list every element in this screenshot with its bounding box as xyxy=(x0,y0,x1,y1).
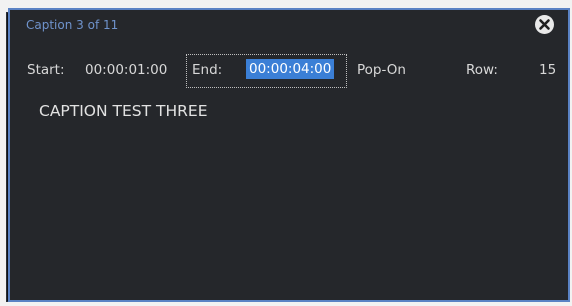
mode-label[interactable]: Pop-On xyxy=(357,62,406,78)
end-time-input[interactable]: 00:00:04:00 xyxy=(246,59,335,79)
row-label: Row: xyxy=(466,62,498,78)
row-value[interactable]: 15 xyxy=(539,62,556,78)
start-label: Start: xyxy=(27,62,65,78)
caption-text[interactable]: CAPTION TEST THREE xyxy=(39,102,208,120)
close-button[interactable] xyxy=(535,15,554,34)
end-label: End: xyxy=(192,62,223,78)
start-time[interactable]: 00:00:01:00 xyxy=(85,62,167,78)
caption-editor-window: Caption 3 of 11 Start: 00:00:01:00 End: … xyxy=(8,8,570,302)
window-title: Caption 3 of 11 xyxy=(26,18,119,32)
close-icon xyxy=(539,19,550,30)
